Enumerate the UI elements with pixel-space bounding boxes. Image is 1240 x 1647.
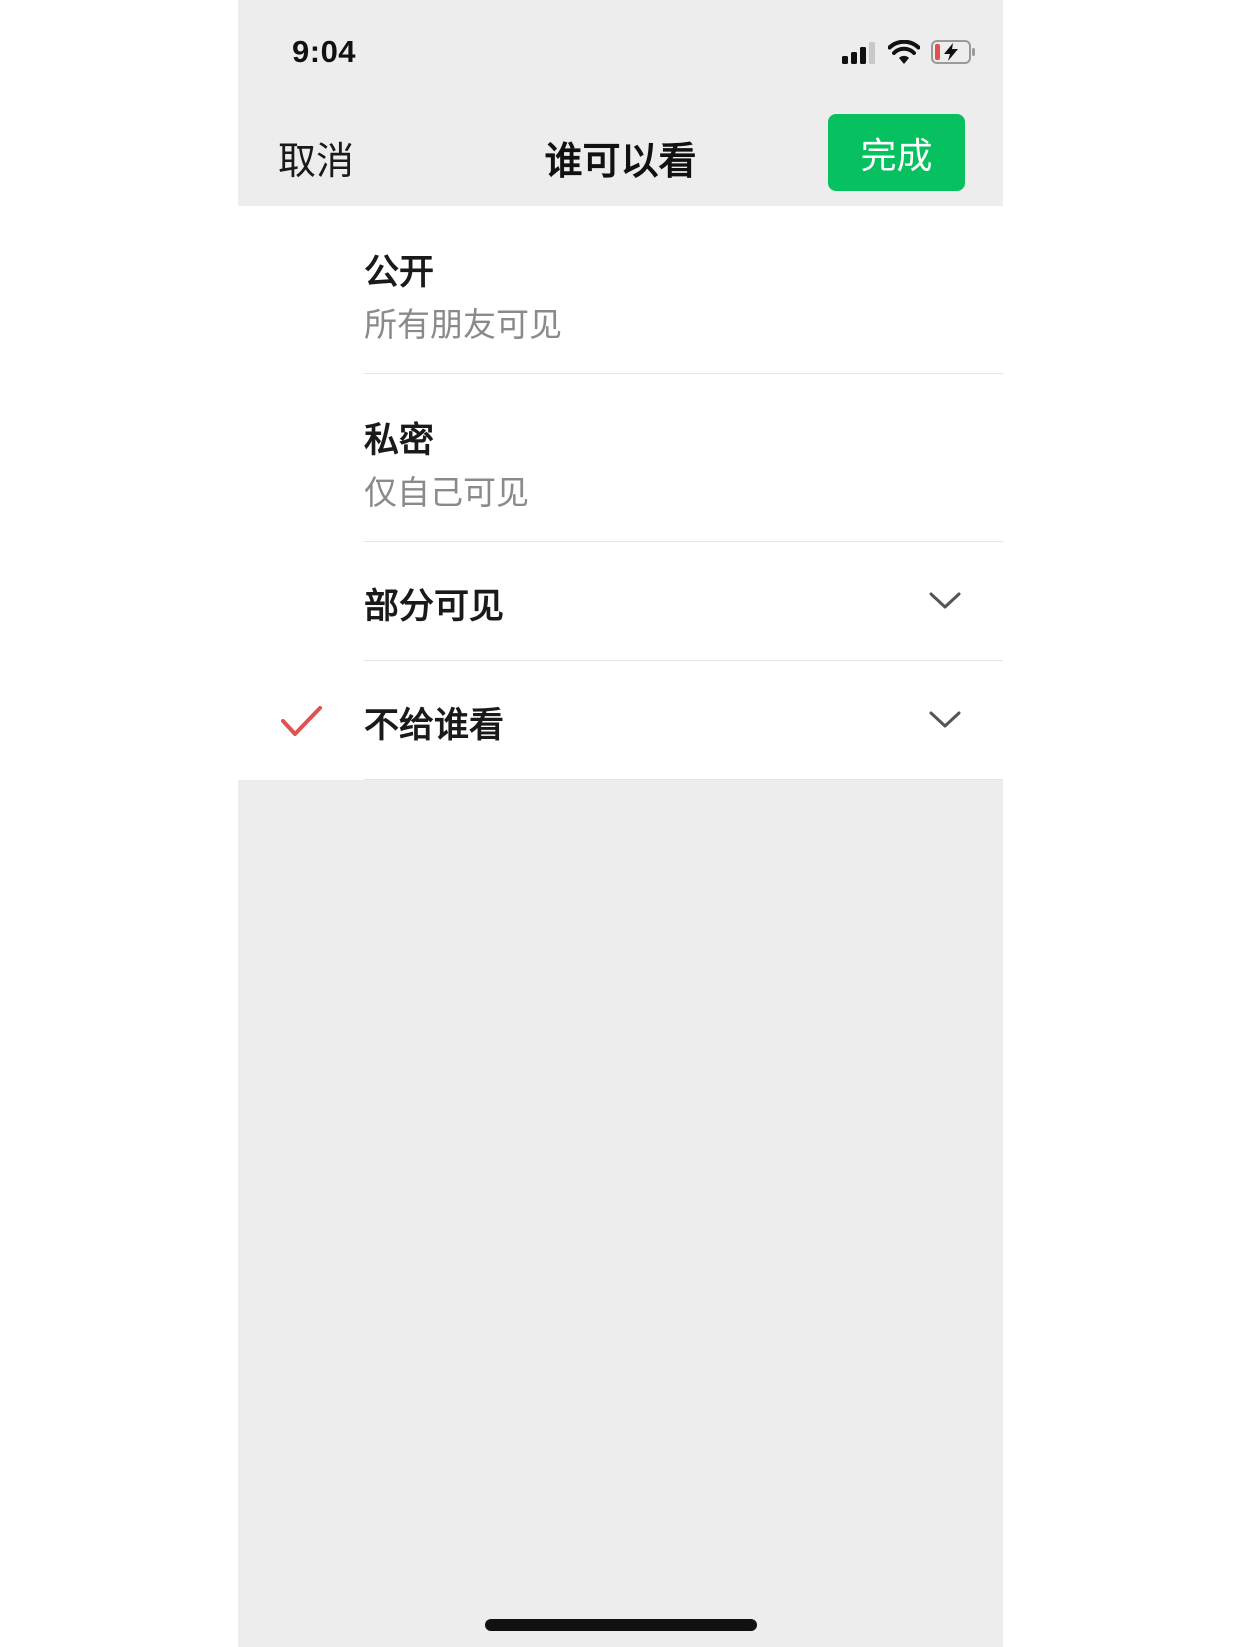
option-title: 公开 <box>364 253 435 293</box>
chevron-down-icon[interactable] <box>928 590 962 616</box>
option-partial-visible[interactable]: 部分可见 <box>238 542 1003 661</box>
option-title: 部分可见 <box>364 587 505 627</box>
option-title: 私密 <box>364 421 435 461</box>
divider <box>364 779 1003 780</box>
option-private[interactable]: 私密 仅自己可见 <box>238 374 1003 542</box>
visibility-option-list: 公开 所有朋友可见 私密 仅自己可见 部分可见 不给谁看 <box>238 206 1003 780</box>
chevron-down-icon[interactable] <box>928 709 962 735</box>
home-indicator <box>485 1619 757 1631</box>
phone-screen: 9:04 取消 谁可以看 完成 公开 所有朋友可见 私密 仅自己可见 部分可见 … <box>238 0 1003 1647</box>
option-dont-show[interactable]: 不给谁看 <box>238 661 1003 780</box>
cancel-button[interactable]: 取消 <box>278 130 354 185</box>
option-subtitle: 所有朋友可见 <box>364 305 562 344</box>
signal-icon <box>842 42 878 68</box>
done-button[interactable]: 完成 <box>828 114 965 191</box>
option-subtitle: 仅自己可见 <box>364 473 529 512</box>
option-title: 不给谁看 <box>364 706 505 746</box>
status-time: 9:04 <box>292 34 357 69</box>
status-bar: 9:04 <box>238 0 1003 110</box>
battery-charging-icon <box>931 40 977 68</box>
option-public[interactable]: 公开 所有朋友可见 <box>238 206 1003 374</box>
wifi-icon <box>887 39 921 68</box>
nav-bar: 取消 谁可以看 完成 <box>238 110 1003 206</box>
check-icon <box>280 705 324 743</box>
